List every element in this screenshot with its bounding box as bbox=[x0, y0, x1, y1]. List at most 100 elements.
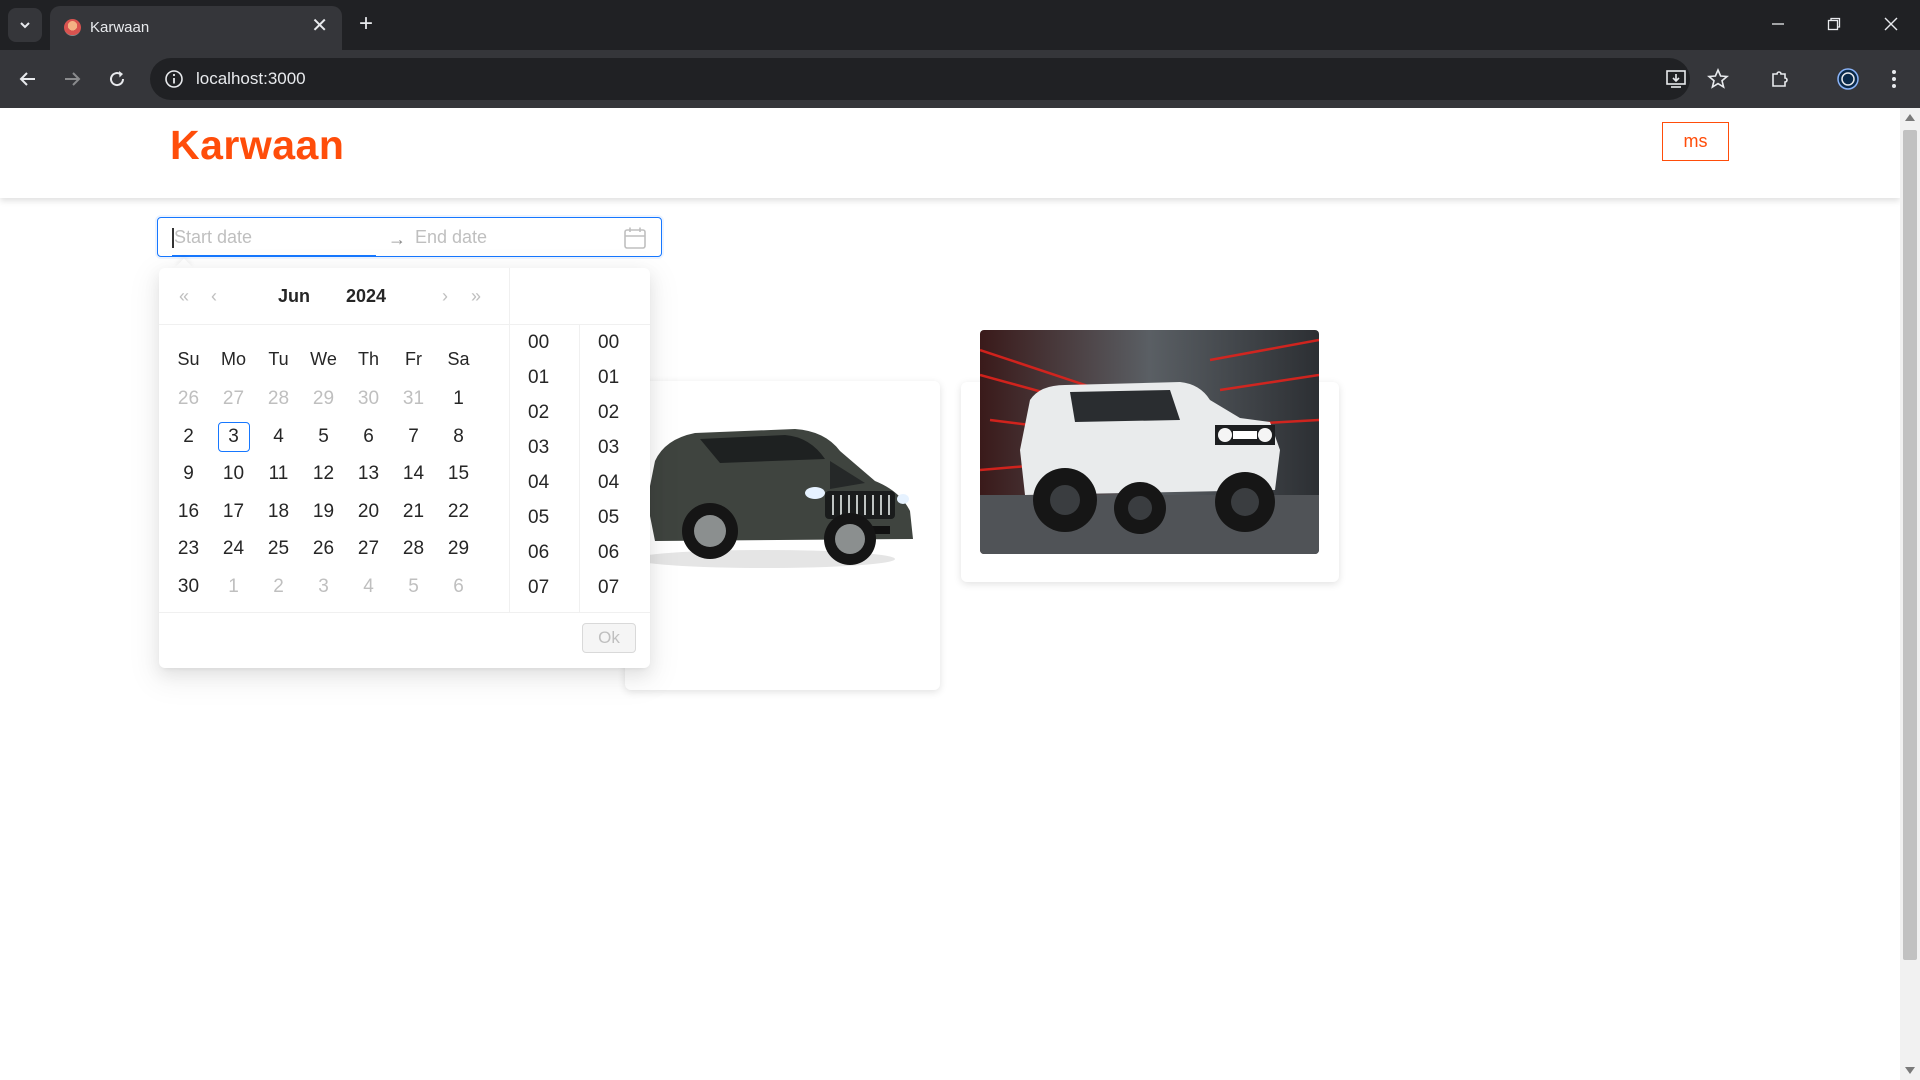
tab-search-button[interactable] bbox=[8, 8, 42, 42]
calendar-day[interactable]: 26 bbox=[301, 534, 346, 564]
info-icon[interactable] bbox=[164, 69, 184, 89]
calendar-day[interactable]: 2 bbox=[256, 572, 301, 602]
calendar-day[interactable]: 4 bbox=[346, 572, 391, 602]
minute-option[interactable]: 08 bbox=[580, 605, 650, 612]
close-tab-icon[interactable]: ✕ bbox=[311, 16, 328, 36]
minute-column[interactable]: 000102030405060708 bbox=[580, 325, 650, 612]
hour-option[interactable]: 02 bbox=[510, 395, 579, 430]
hour-option[interactable]: 00 bbox=[510, 325, 579, 360]
calendar-day[interactable]: 28 bbox=[256, 384, 301, 414]
calendar-day-label: 2 bbox=[183, 425, 194, 447]
calendar-day[interactable]: 29 bbox=[301, 384, 346, 414]
calendar-day[interactable]: 5 bbox=[391, 572, 436, 602]
calendar-icon[interactable] bbox=[623, 226, 647, 250]
calendar-day[interactable]: 27 bbox=[346, 534, 391, 564]
hour-option[interactable]: 03 bbox=[510, 430, 579, 465]
calendar-day[interactable]: 26 bbox=[166, 384, 211, 414]
calendar-day-today[interactable]: 3 bbox=[211, 421, 256, 452]
calendar-day[interactable]: 20 bbox=[346, 497, 391, 527]
calendar-day[interactable]: 1 bbox=[436, 384, 481, 414]
car-card[interactable] bbox=[625, 381, 940, 690]
calendar-day[interactable]: 16 bbox=[166, 497, 211, 527]
calendar-day[interactable]: 23 bbox=[166, 534, 211, 564]
minute-option[interactable]: 02 bbox=[580, 395, 650, 430]
scroll-down-icon[interactable] bbox=[1905, 1067, 1915, 1074]
calendar-day[interactable]: 1 bbox=[211, 572, 256, 602]
hour-option[interactable]: 07 bbox=[510, 570, 579, 605]
calendar-day[interactable]: 21 bbox=[391, 497, 436, 527]
scroll-thumb[interactable] bbox=[1903, 130, 1917, 960]
bookmark-button[interactable] bbox=[1702, 63, 1734, 95]
hour-option[interactable]: 05 bbox=[510, 500, 579, 535]
next-month-icon[interactable]: › bbox=[442, 286, 448, 306]
forward-button[interactable] bbox=[54, 61, 90, 97]
hour-option[interactable]: 06 bbox=[510, 535, 579, 570]
hour-option[interactable]: 04 bbox=[510, 465, 579, 500]
calendar-day[interactable]: 15 bbox=[436, 459, 481, 489]
prev-year-icon[interactable]: « bbox=[179, 286, 189, 306]
browser-tab[interactable]: Karwaan ✕ bbox=[50, 6, 342, 50]
end-date-input[interactable]: End date bbox=[415, 227, 487, 248]
profile-button[interactable] bbox=[1832, 63, 1864, 95]
calendar-day[interactable]: 28 bbox=[391, 534, 436, 564]
calendar-day[interactable]: 22 bbox=[436, 497, 481, 527]
url-text[interactable]: localhost:3000 bbox=[196, 69, 306, 89]
minute-option[interactable]: 06 bbox=[580, 535, 650, 570]
next-year-icon[interactable]: » bbox=[471, 286, 481, 306]
brand-logo[interactable]: Karwaan bbox=[170, 122, 344, 169]
hour-column[interactable]: 000102030405060708 bbox=[510, 325, 580, 612]
car-image-offroad[interactable] bbox=[980, 330, 1319, 554]
calendar-day[interactable]: 13 bbox=[346, 459, 391, 489]
extensions-button[interactable] bbox=[1764, 63, 1796, 95]
year-selector[interactable]: 2024 bbox=[346, 286, 386, 307]
calendar-day[interactable]: 30 bbox=[166, 572, 211, 602]
minute-option[interactable]: 05 bbox=[580, 500, 650, 535]
close-window-button[interactable] bbox=[1871, 8, 1911, 40]
calendar-day[interactable]: 18 bbox=[256, 497, 301, 527]
minimize-button[interactable] bbox=[1758, 8, 1798, 40]
calendar-day[interactable]: 19 bbox=[301, 497, 346, 527]
calendar-day[interactable]: 6 bbox=[346, 422, 391, 452]
date-range-picker[interactable]: Start date → End date bbox=[157, 217, 662, 257]
calendar-day[interactable]: 2 bbox=[166, 422, 211, 452]
calendar-day[interactable]: 24 bbox=[211, 534, 256, 564]
scroll-up-icon[interactable] bbox=[1905, 114, 1915, 121]
calendar-day[interactable]: 25 bbox=[256, 534, 301, 564]
reload-button[interactable] bbox=[99, 61, 135, 97]
calendar-day[interactable]: 7 bbox=[391, 422, 436, 452]
calendar-day[interactable]: 29 bbox=[436, 534, 481, 564]
minute-option[interactable]: 07 bbox=[580, 570, 650, 605]
minute-option[interactable]: 01 bbox=[580, 360, 650, 395]
page-scrollbar[interactable] bbox=[1900, 108, 1920, 1080]
calendar-day[interactable]: 17 bbox=[211, 497, 256, 527]
calendar-day[interactable]: 27 bbox=[211, 384, 256, 414]
start-date-input[interactable]: Start date bbox=[174, 227, 252, 248]
hour-option[interactable]: 08 bbox=[510, 605, 579, 612]
calendar-day[interactable]: 10 bbox=[211, 459, 256, 489]
hour-option[interactable]: 01 bbox=[510, 360, 579, 395]
back-button[interactable] bbox=[10, 61, 46, 97]
address-bar[interactable]: localhost:3000 bbox=[150, 58, 1690, 100]
ok-button[interactable]: Ok bbox=[582, 623, 636, 653]
calendar-day[interactable]: 11 bbox=[256, 459, 301, 489]
calendar-day[interactable]: 8 bbox=[436, 422, 481, 452]
month-selector[interactable]: Jun bbox=[278, 286, 310, 307]
calendar-day[interactable]: 12 bbox=[301, 459, 346, 489]
user-menu-button[interactable]: ms bbox=[1662, 122, 1729, 161]
calendar-day[interactable]: 14 bbox=[391, 459, 436, 489]
prev-month-icon[interactable]: ‹ bbox=[211, 286, 217, 306]
calendar-day[interactable]: 5 bbox=[301, 422, 346, 452]
calendar-day[interactable]: 9 bbox=[166, 459, 211, 489]
restore-button[interactable] bbox=[1814, 8, 1854, 40]
calendar-day[interactable]: 31 bbox=[391, 384, 436, 414]
minute-option[interactable]: 04 bbox=[580, 465, 650, 500]
new-tab-button[interactable]: + bbox=[352, 10, 380, 38]
install-app-button[interactable] bbox=[1660, 63, 1692, 95]
calendar-day[interactable]: 3 bbox=[301, 572, 346, 602]
calendar-day[interactable]: 6 bbox=[436, 572, 481, 602]
minute-option[interactable]: 03 bbox=[580, 430, 650, 465]
calendar-day[interactable]: 30 bbox=[346, 384, 391, 414]
calendar-day[interactable]: 4 bbox=[256, 422, 301, 452]
chrome-menu-button[interactable] bbox=[1878, 63, 1910, 95]
minute-option[interactable]: 00 bbox=[580, 325, 650, 360]
